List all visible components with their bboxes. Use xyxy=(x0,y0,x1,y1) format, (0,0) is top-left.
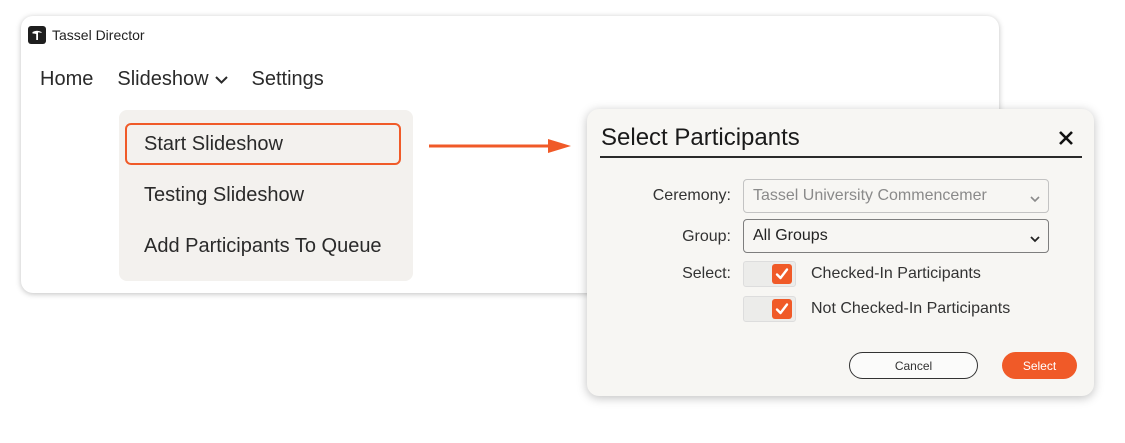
dropdown-item-label: Start Slideshow xyxy=(144,132,283,155)
ceremony-select[interactable]: Tassel University Commencemer xyxy=(743,179,1049,213)
ceremony-label: Ceremony: xyxy=(652,187,731,204)
menu-settings[interactable]: Settings xyxy=(252,68,324,91)
dropdown-item-label: Testing Slideshow xyxy=(144,183,305,206)
not-checked-in-checkbox[interactable] xyxy=(743,296,796,322)
chevron-down-icon xyxy=(1030,230,1040,248)
menu-slideshow-label: Slideshow xyxy=(117,68,209,90)
checked-in-label: Checked-In Participants xyxy=(811,265,981,282)
group-select-value: All Groups xyxy=(753,227,828,244)
chevron-down-icon xyxy=(214,75,228,84)
slideshow-dropdown: Start Slideshow Testing Slideshow Add Pa… xyxy=(119,110,413,281)
close-icon[interactable] xyxy=(1059,127,1073,149)
menu-home-label: Home xyxy=(40,68,94,90)
group-label: Group: xyxy=(682,228,731,245)
tassel-logo-icon xyxy=(28,26,46,44)
dialog-divider xyxy=(600,156,1082,158)
group-select[interactable]: All Groups xyxy=(743,219,1049,253)
menu-slideshow[interactable]: Slideshow xyxy=(117,68,228,91)
dropdown-item-start-slideshow[interactable]: Start Slideshow xyxy=(125,123,401,165)
select-label: Select: xyxy=(682,265,731,282)
select-participants-dialog: Select Participants Ceremony: Tassel Uni… xyxy=(587,109,1094,396)
dropdown-item-add-participants[interactable]: Add Participants To Queue xyxy=(125,225,401,267)
dropdown-item-testing-slideshow[interactable]: Testing Slideshow xyxy=(125,174,401,216)
checkmark-icon xyxy=(772,264,792,284)
not-checked-in-option: Not Checked-In Participants xyxy=(743,296,1010,322)
cancel-button[interactable]: Cancel xyxy=(849,352,978,379)
title-bar: Tassel Director xyxy=(28,25,145,45)
app-title: Tassel Director xyxy=(52,27,145,43)
arrow-right-icon xyxy=(429,139,571,153)
menu-settings-label: Settings xyxy=(251,68,324,90)
not-checked-in-label: Not Checked-In Participants xyxy=(811,300,1011,317)
menu-home[interactable]: Home xyxy=(40,68,93,91)
select-button[interactable]: Select xyxy=(1002,352,1077,379)
chevron-down-icon xyxy=(1030,190,1040,208)
checkmark-icon xyxy=(772,299,792,319)
dropdown-item-label: Add Participants To Queue xyxy=(144,234,382,257)
dialog-title: Select Participants xyxy=(601,124,800,151)
menu-bar: Home Slideshow Settings xyxy=(40,68,348,91)
ceremony-select-value: Tassel University Commencemer xyxy=(753,187,987,204)
checked-in-option: Checked-In Participants xyxy=(743,261,981,287)
checked-in-checkbox[interactable] xyxy=(743,261,796,287)
